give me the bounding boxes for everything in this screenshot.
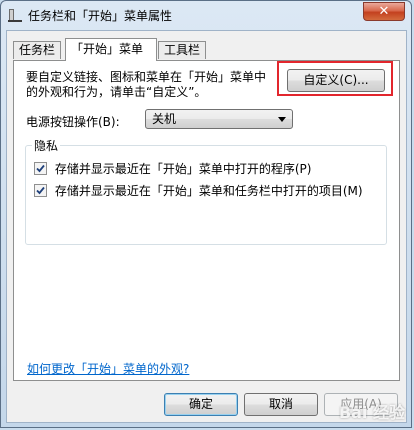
checkmark-icon: [36, 164, 45, 173]
window-title: 任务栏和「开始」菜单属性: [28, 9, 173, 23]
customize-description: 要自定义链接、图标和菜单在「开始」菜单中的外观和行为，请单击“自定义”。: [26, 70, 267, 99]
dialog-client-area: 任务栏 「开始」菜单 工具栏 要自定义链接、图标和菜单在「开始」菜单中的外观和行…: [6, 30, 407, 423]
help-link[interactable]: 如何更改「开始」菜单的外观?: [27, 360, 189, 377]
power-button-dropdown[interactable]: 关机: [145, 109, 293, 129]
start-menu-panel: 要自定义链接、图标和菜单在「开始」菜单中的外观和行为，请单击“自定义”。 自定义…: [13, 60, 400, 381]
privacy-legend: 隐私: [32, 137, 61, 154]
properties-window: 任务栏和「开始」菜单属性 ✕ 任务栏 「开始」菜单 工具栏 要自定义链接、图标和…: [0, 0, 412, 428]
tab-taskbar[interactable]: 任务栏: [13, 41, 61, 59]
privacy-group: 隐私 存储并显示最近在「开始」菜单中打开的程序(P) 存储并显示最近在「开始」菜…: [25, 137, 387, 245]
title-bar[interactable]: 任务栏和「开始」菜单属性 ✕: [1, 1, 411, 29]
checkbox[interactable]: [34, 184, 47, 197]
chevron-down-icon: [278, 117, 286, 122]
taskbar-properties-icon: [8, 9, 22, 22]
privacy-option-items[interactable]: 存储并显示最近在「开始」菜单和任务栏中打开的项目(M): [34, 182, 363, 198]
cancel-button[interactable]: 取消: [244, 393, 318, 416]
power-button-label: 电源按钮操作(B):: [26, 115, 120, 129]
tab-label: 「开始」菜单: [71, 42, 144, 56]
customize-button[interactable]: 自定义(C)...: [287, 69, 385, 92]
close-icon: ✕: [378, 4, 390, 19]
privacy-option-programs[interactable]: 存储并显示最近在「开始」菜单中打开的程序(P): [34, 160, 311, 176]
power-button-value: 关机: [152, 112, 177, 126]
baidu-watermark: Bai 经验: [338, 403, 405, 422]
checkmark-icon: [36, 186, 45, 195]
checkbox-label: 存储并显示最近在「开始」菜单和任务栏中打开的项目(M): [54, 184, 363, 198]
ok-button[interactable]: 确定: [164, 393, 238, 416]
checkbox-label: 存储并显示最近在「开始」菜单中打开的程序(P): [54, 162, 312, 176]
checkbox[interactable]: [34, 162, 47, 175]
tab-label: 工具栏: [164, 43, 201, 57]
close-button[interactable]: ✕: [363, 2, 405, 21]
tab-start-menu[interactable]: 「开始」菜单: [65, 38, 157, 61]
tab-label: 任务栏: [19, 43, 56, 57]
tab-toolbars[interactable]: 工具栏: [158, 41, 206, 59]
